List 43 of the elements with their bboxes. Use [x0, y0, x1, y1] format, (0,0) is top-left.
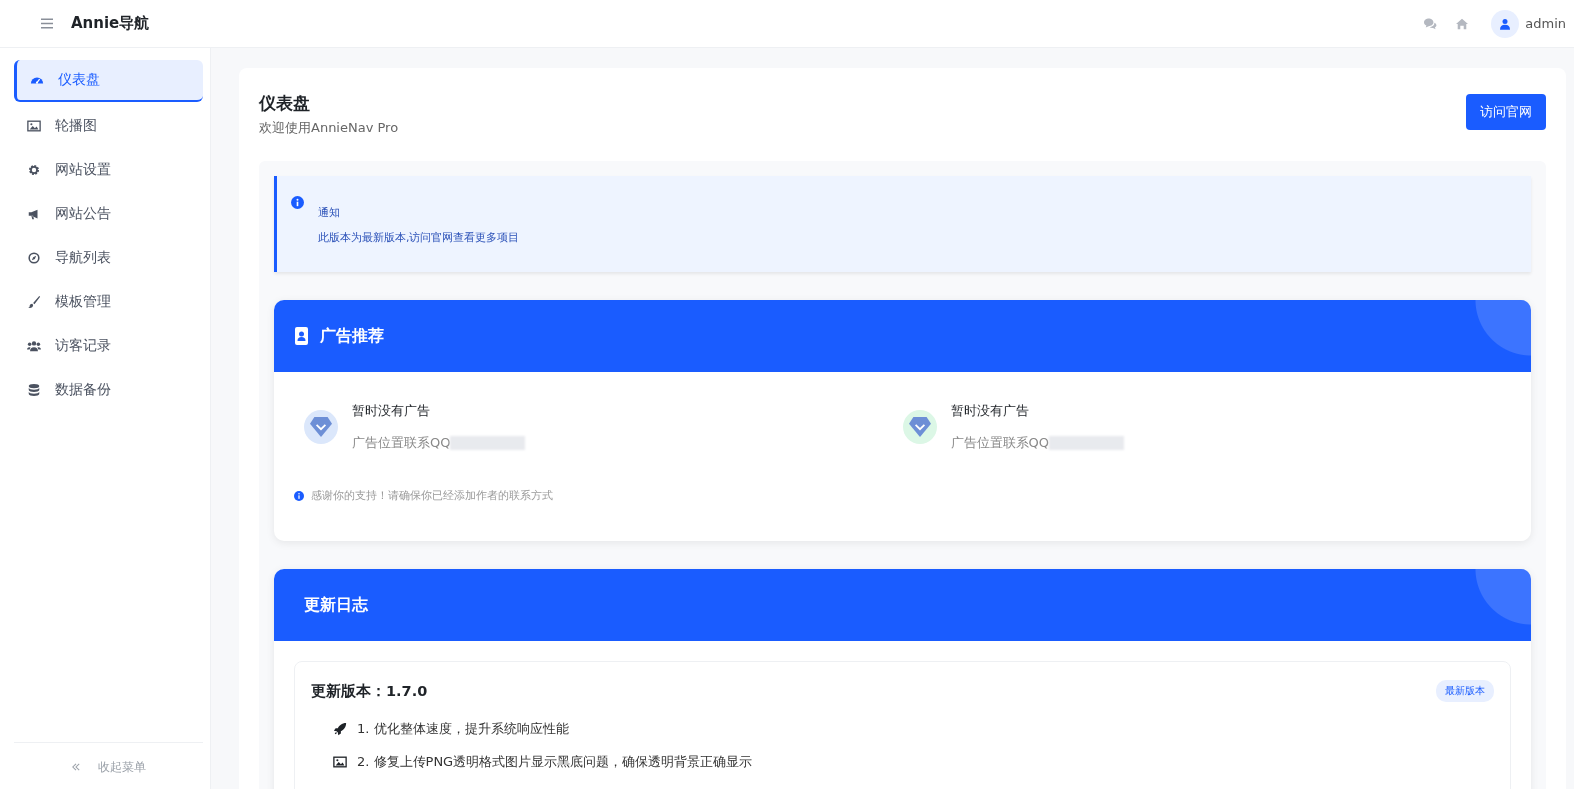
changelog-item: 1. 优化整体速度，提升系统响应性能 — [357, 719, 569, 738]
brand-title: Annie导航 — [71, 14, 150, 33]
sidebar-item[interactable]: 数据备份 — [14, 370, 203, 410]
avatar[interactable] — [1491, 9, 1520, 38]
compass-icon — [27, 251, 41, 265]
users-icon — [27, 339, 41, 353]
image-icon — [27, 119, 41, 133]
brush-icon — [27, 295, 41, 309]
rocket-icon — [333, 721, 347, 736]
latest-badge: 最新版本 — [1436, 680, 1494, 702]
chat-icon[interactable] — [1423, 17, 1438, 30]
ad-contact-text: 广告位置联系QQ — [352, 434, 451, 452]
sidebar-item[interactable]: 网站公告 — [14, 194, 203, 234]
page-subtitle: 欢迎使用AnnieNav Pro — [259, 119, 399, 137]
info-icon — [291, 196, 304, 209]
card-title: 更新日志 — [303, 594, 368, 616]
sidebar-item[interactable]: 轮播图 — [14, 106, 203, 146]
ad-title: 暂时没有广告 — [950, 402, 1030, 420]
settings-icon — [27, 163, 41, 177]
image-icon — [333, 754, 347, 769]
megaphone-icon — [27, 207, 41, 221]
sidebar-item[interactable]: 模板管理 — [14, 282, 203, 322]
menu-icon[interactable] — [41, 18, 53, 29]
footnote-text: 感谢你的支持！请确保你已经添加作者的联系方式 — [311, 488, 553, 503]
home-icon[interactable] — [1455, 17, 1470, 30]
info-icon — [294, 490, 304, 501]
sidebar-item[interactable]: 网站设置 — [14, 150, 203, 190]
visit-website-button[interactable]: 访问官网 — [1466, 94, 1546, 130]
ad-contact-text: 广告位置联系QQ — [950, 434, 1049, 452]
ad-title: 暂时没有广告 — [352, 402, 431, 420]
notice-text: 此版本为最新版本,访问官网查看更多项目 — [318, 230, 520, 245]
database-icon — [27, 383, 41, 397]
sidebar-item[interactable]: 访客记录 — [14, 326, 203, 366]
double-chevron-icon — [71, 763, 80, 771]
sidebar-item[interactable]: 导航列表 — [14, 238, 203, 278]
changelog-item: 2. 修复上传PNG透明格式图片显示黑底问题，确保透明背景正确显示 — [357, 752, 753, 771]
card-title: 广告推荐 — [320, 325, 384, 347]
sidebar-item[interactable]: 仪表盘 — [14, 60, 203, 102]
username[interactable]: admin — [1525, 16, 1566, 31]
notice-title: 通知 — [318, 205, 341, 220]
version-title: 更新版本：1.7.0 — [311, 681, 428, 701]
contact-card-icon — [294, 327, 310, 345]
page-title: 仪表盘 — [259, 92, 311, 115]
